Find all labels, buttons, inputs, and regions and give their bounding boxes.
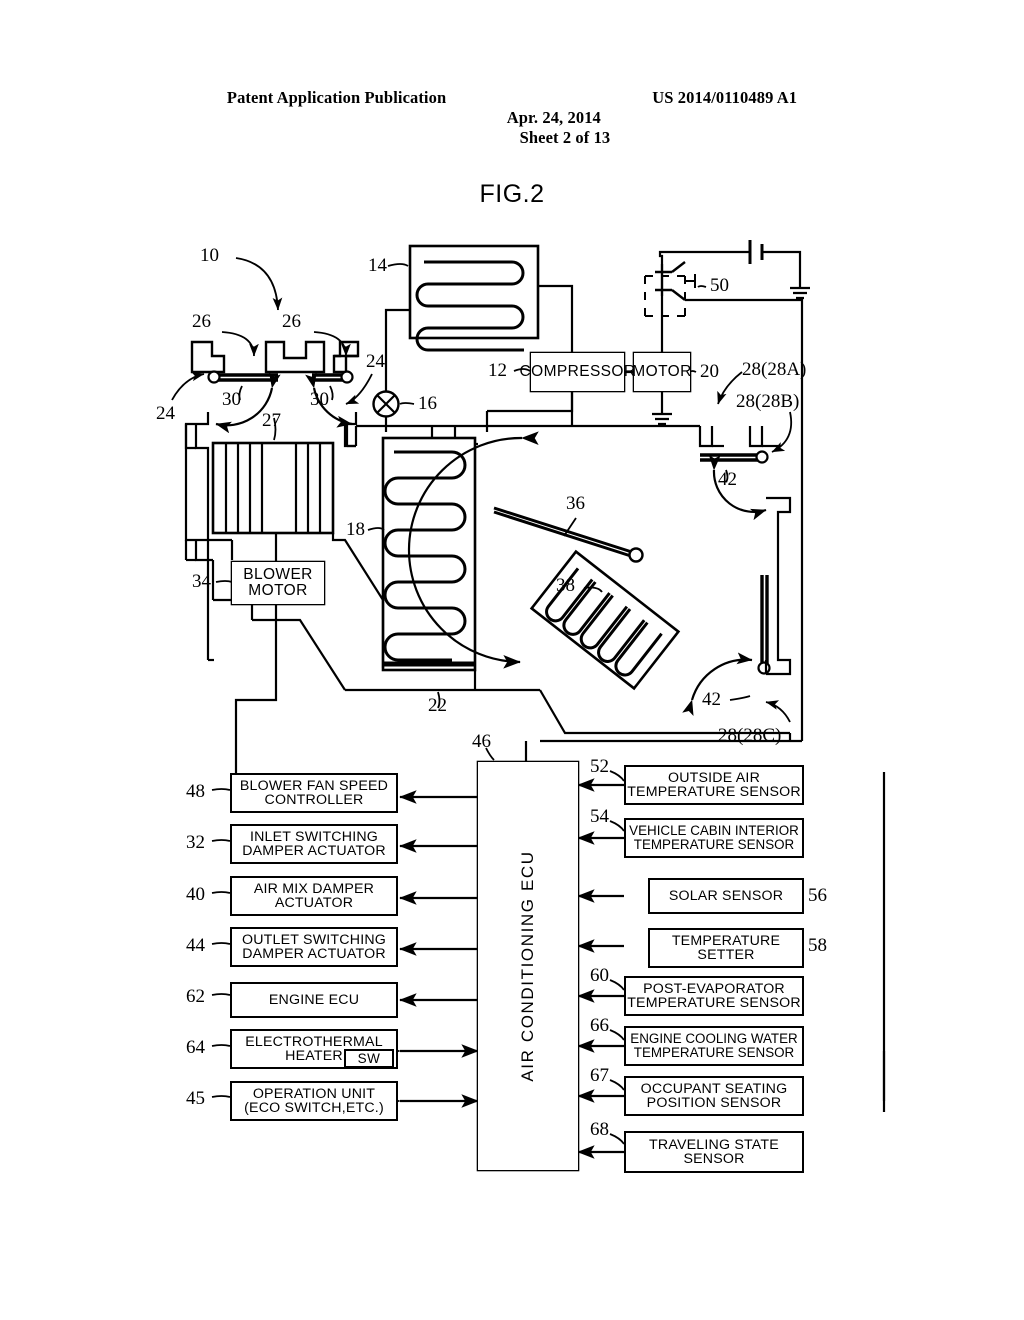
block-line2: ACTUATOR — [274, 895, 354, 911]
block-line1: OPERATION UNIT — [252, 1085, 376, 1102]
blower-motor-label-line2: MOTOR — [248, 582, 308, 599]
occupant-seating-position-sensor-block[interactable]: OCCUPANT SEATING POSITION SENSOR — [624, 1076, 804, 1116]
block-line2: CONTROLLER — [264, 792, 364, 808]
block-line2: POSITION SENSOR — [646, 1095, 782, 1111]
block-line2: HEATER — [285, 1048, 343, 1064]
ref-42-lower: 42 — [702, 689, 721, 710]
block-line1: INLET SWITCHING — [249, 828, 379, 845]
ref-28a: 28(28A) — [742, 359, 807, 380]
ref-62: 62 — [186, 986, 205, 1007]
engine-cooling-water-temperature-sensor-block[interactable]: ENGINE COOLING WATER TEMPERATURE SENSOR — [624, 1026, 804, 1066]
motor-block: MOTOR — [632, 353, 692, 391]
ref-26-left: 26 — [192, 311, 211, 332]
post-evaporator-temperature-sensor-block[interactable]: POST-EVAPORATOR TEMPERATURE SENSOR — [624, 976, 804, 1016]
block-line2: SETTER — [697, 947, 755, 963]
block-line1: AIR MIX DAMPER — [253, 880, 375, 897]
block-line1: OUTSIDE AIR — [667, 769, 761, 786]
ref-30-left: 30 — [222, 389, 241, 410]
ref-27: 27 — [262, 410, 281, 431]
block-line1: POST-EVAPORATOR — [643, 980, 785, 997]
ref-56: 56 — [808, 885, 827, 906]
ref-38: 38 — [556, 575, 575, 596]
ref-52: 52 — [590, 756, 609, 777]
ref-64: 64 — [186, 1037, 205, 1058]
ref-66: 66 — [590, 1015, 609, 1036]
heater-sw-label: SW — [357, 1051, 381, 1066]
block-line1: ENGINE COOLING WATER — [630, 1031, 798, 1047]
ref-22: 22 — [428, 695, 447, 716]
compressor-label: COMPRESSOR — [519, 363, 636, 381]
ref-24-left: 24 — [156, 403, 175, 424]
block-line1: OUTLET SWITCHING — [241, 931, 387, 948]
ref-12: 12 — [488, 360, 507, 381]
block-line1: TEMPERATURE — [671, 932, 781, 949]
ref-26-right: 26 — [282, 311, 301, 332]
block-line1: ENGINE ECU — [268, 991, 360, 1008]
blower-motor-block: BLOWER MOTOR — [232, 562, 324, 604]
ref-67: 67 — [590, 1065, 609, 1086]
ref-48: 48 — [186, 781, 205, 802]
block-line2: DAMPER ACTUATOR — [242, 946, 386, 962]
ref-42-upper: 42 — [718, 469, 737, 490]
traveling-state-sensor-block[interactable]: TRAVELING STATE SENSOR — [624, 1131, 804, 1173]
ref-16: 16 — [418, 393, 437, 414]
ref-54: 54 — [590, 806, 609, 827]
ref-28c: 28(28C) — [718, 725, 782, 746]
compressor-block: COMPRESSOR — [520, 353, 635, 391]
block-line2: SENSOR — [683, 1151, 745, 1167]
ref-28b: 28(28B) — [736, 391, 800, 412]
air-conditioning-ecu-label: AIR CONDITIONING ECU — [518, 850, 537, 1082]
air-conditioning-ecu-block: AIR CONDITIONING ECU — [478, 762, 578, 1170]
ref-24-right: 24 — [366, 351, 385, 372]
ref-44: 44 — [186, 935, 205, 956]
blower-motor-label-line1: BLOWER — [243, 566, 313, 584]
engine-ecu-block[interactable]: ENGINE ECU — [230, 982, 398, 1018]
temperature-setter-block[interactable]: TEMPERATURE SETTER — [648, 928, 804, 968]
ref-46: 46 — [472, 731, 491, 752]
motor-label: MOTOR — [632, 363, 692, 381]
ref-58: 58 — [808, 935, 827, 956]
ref-68: 68 — [590, 1119, 609, 1140]
block-line1: ELECTROTHERMAL — [245, 1033, 383, 1050]
ref-30-right: 30 — [310, 389, 329, 410]
ref-10: 10 — [200, 245, 219, 266]
ref-18: 18 — [346, 519, 365, 540]
block-line1: OCCUPANT SEATING — [640, 1080, 788, 1097]
block-line1: SOLAR SENSOR — [668, 887, 784, 904]
outlet-switching-damper-actuator-block[interactable]: OUTLET SWITCHING DAMPER ACTUATOR — [230, 927, 398, 967]
vehicle-cabin-interior-temperature-sensor-block[interactable]: VEHICLE CABIN INTERIOR TEMPERATURE SENSO… — [624, 818, 804, 858]
block-line2: TEMPERATURE SENSOR — [627, 784, 801, 800]
outside-air-temperature-sensor-block[interactable]: OUTSIDE AIR TEMPERATURE SENSOR — [624, 765, 804, 805]
air-mix-damper-actuator-block[interactable]: AIR MIX DAMPER ACTUATOR — [230, 876, 398, 916]
block-line1: VEHICLE CABIN INTERIOR — [629, 823, 799, 839]
ref-40: 40 — [186, 884, 205, 905]
ref-50: 50 — [710, 275, 729, 296]
block-line2: TEMPERATURE SENSOR — [627, 995, 801, 1011]
inlet-switching-damper-actuator-block[interactable]: INLET SWITCHING DAMPER ACTUATOR — [230, 824, 398, 864]
ref-45: 45 — [186, 1088, 205, 1109]
block-line2: TEMPERATURE SENSOR — [633, 837, 795, 852]
heater-sw-button[interactable]: SW — [344, 1049, 394, 1068]
block-line1: BLOWER FAN SPEED — [239, 777, 389, 794]
ref-36: 36 — [566, 493, 585, 514]
operation-unit-block[interactable]: OPERATION UNIT (ECO SWITCH,ETC.) — [230, 1081, 398, 1121]
patent-figure-page: Patent Application Publication Apr. 24, … — [0, 0, 1024, 1320]
ref-34: 34 — [192, 571, 211, 592]
blower-fan-speed-controller-block[interactable]: BLOWER FAN SPEED CONTROLLER — [230, 773, 398, 813]
ref-32: 32 — [186, 832, 205, 853]
solar-sensor-block[interactable]: SOLAR SENSOR — [648, 878, 804, 914]
block-line2: (ECO SWITCH,ETC.) — [244, 1100, 384, 1116]
block-line2: DAMPER ACTUATOR — [242, 843, 386, 859]
block-line1: TRAVELING STATE — [649, 1136, 779, 1153]
ref-14: 14 — [368, 255, 387, 276]
block-line2: TEMPERATURE SENSOR — [633, 1045, 795, 1060]
ref-60: 60 — [590, 965, 609, 986]
ref-20: 20 — [700, 361, 719, 382]
